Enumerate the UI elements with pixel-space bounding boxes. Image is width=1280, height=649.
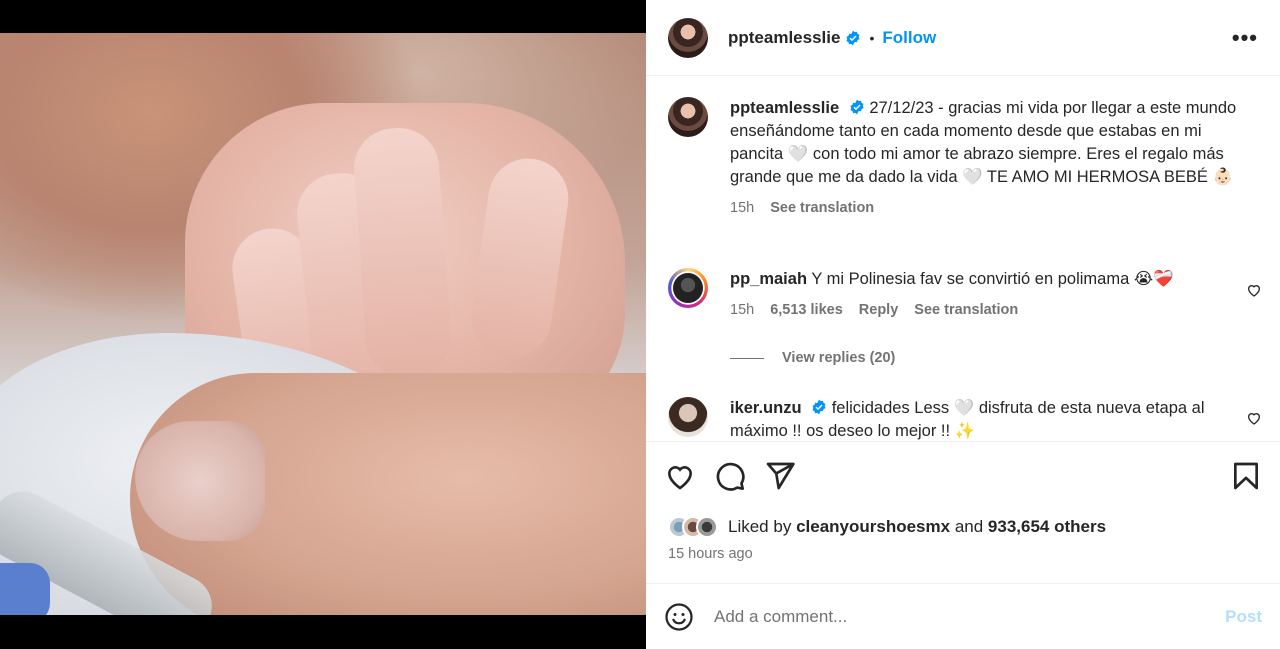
post-photo [0, 33, 646, 615]
post-header: ppteamlesslie • Follow ••• [646, 0, 1280, 76]
author-avatar[interactable] [668, 17, 708, 58]
verified-badge-icon [846, 30, 860, 45]
like-comment-heart-icon[interactable] [1246, 410, 1262, 426]
post-modal: ppteamlesslie • Follow ••• ppteamlesslie [0, 0, 1280, 649]
post-side-panel: ppteamlesslie • Follow ••• ppteamlesslie [646, 0, 1280, 649]
share-icon[interactable] [764, 460, 796, 492]
comment-time[interactable]: 15h [730, 299, 754, 322]
comment-text: felicidades Less 🤍 disfruta de esta nuev… [730, 399, 1205, 440]
see-translation-button[interactable]: See translation [770, 197, 874, 220]
post-comment-button[interactable]: Post [1225, 607, 1262, 627]
likes-summary: Liked by cleanyourshoesmx and 933,654 ot… [646, 510, 1280, 544]
comment-text: Y mi Polinesia fav se convirtió en polim… [811, 270, 1174, 288]
liked-by-user[interactable]: cleanyourshoesmx [796, 517, 950, 537]
liked-by-prefix: Liked by [728, 517, 792, 536]
add-comment-bar: Post [646, 583, 1280, 649]
caption-time[interactable]: 15h [730, 197, 754, 220]
view-replies-button[interactable]: View replies (20) [730, 350, 895, 366]
verified-badge-icon [812, 399, 826, 415]
caption-username[interactable]: ppteamlesslie [730, 99, 839, 117]
caption: ppteamlesslie 27/12/23 - gracias mi vida… [668, 97, 1258, 220]
commenter-avatar[interactable] [668, 397, 708, 437]
comment-item: pp_maiah Y mi Polinesia fav se convirtió… [668, 268, 1258, 322]
comment-item: iker.unzu felicidades Less 🤍 disfruta de… [668, 397, 1258, 440]
like-comment-heart-icon[interactable] [1246, 282, 1262, 298]
comments-list[interactable]: ppteamlesslie 27/12/23 - gracias mi vida… [646, 77, 1280, 440]
bookmark-icon[interactable] [1230, 460, 1262, 492]
heart-icon[interactable] [664, 460, 696, 492]
reply-button[interactable]: Reply [859, 299, 899, 322]
liked-by-and: and [954, 517, 984, 536]
comment-icon[interactable] [714, 460, 746, 492]
liker-avatars[interactable] [668, 516, 718, 538]
comment-input[interactable] [714, 606, 1226, 627]
replies-divider [730, 357, 764, 359]
post-time-ago[interactable]: 15 hours ago [646, 544, 1280, 564]
see-translation-button[interactable]: See translation [914, 299, 1018, 322]
comment-username[interactable]: iker.unzu [730, 399, 802, 417]
post-media[interactable] [0, 0, 646, 649]
author-username[interactable]: ppteamlesslie [728, 28, 840, 48]
follow-button[interactable]: Follow [882, 28, 936, 48]
more-options-icon[interactable]: ••• [1232, 26, 1258, 49]
comment-likes[interactable]: 6,513 likes [770, 299, 843, 322]
comment-username[interactable]: pp_maiah [730, 270, 807, 288]
post-actions: Liked by cleanyourshoesmx and 933,654 ot… [646, 441, 1280, 564]
caption-avatar[interactable] [668, 97, 708, 137]
smile-icon[interactable] [664, 602, 694, 632]
likes-count-others[interactable]: 933,654 others [988, 517, 1106, 537]
separator-dot: • [869, 29, 875, 46]
commenter-avatar[interactable] [668, 268, 708, 308]
verified-badge-icon [850, 99, 864, 115]
